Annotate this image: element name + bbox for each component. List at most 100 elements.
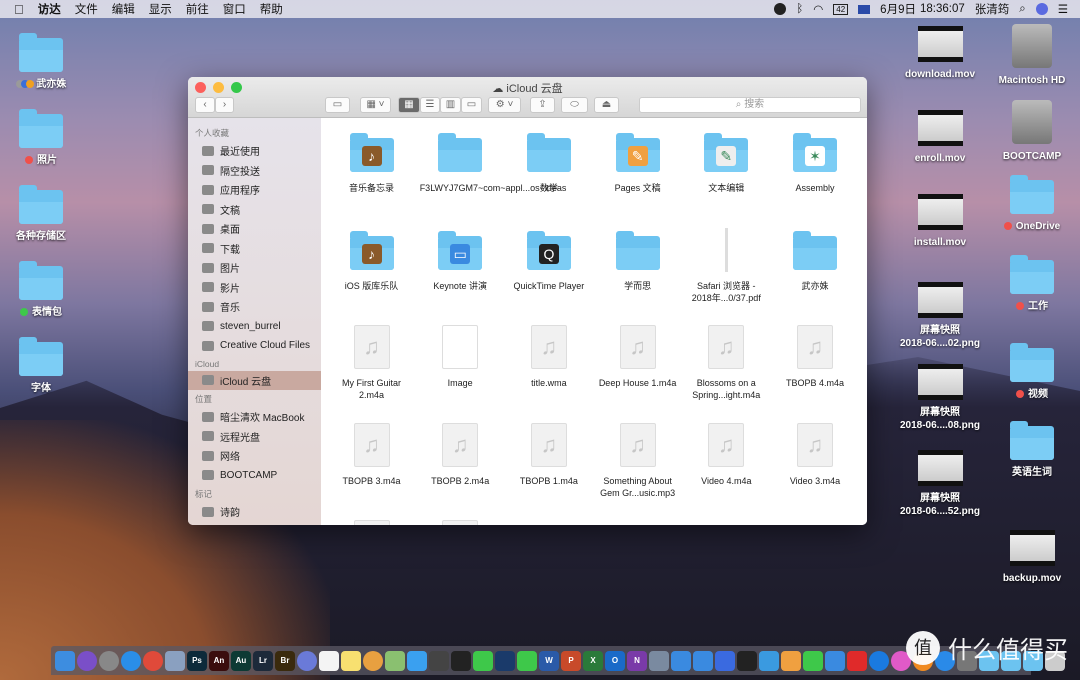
- dock-netease-music-icon[interactable]: [847, 650, 867, 671]
- file-item[interactable]: ♫ My First Guitar 2.m4a: [327, 322, 416, 401]
- dock-calendar-icon[interactable]: [319, 650, 339, 671]
- sidebar-item[interactable]: 影片: [188, 278, 321, 298]
- dock-facetime-icon[interactable]: [517, 650, 537, 671]
- dock-powerpoint-icon[interactable]: P: [561, 650, 581, 671]
- sidebar-item[interactable]: 文稿: [188, 200, 321, 220]
- dock-audition-icon[interactable]: Au: [231, 650, 251, 671]
- creative-cloud-icon[interactable]: [774, 3, 787, 15]
- group-by-button[interactable]: ▦ ˅: [360, 97, 391, 113]
- file-item[interactable]: ✎ 文本编辑: [682, 127, 771, 194]
- menubar-time[interactable]: 18:36:07: [920, 3, 965, 15]
- desktop-folder[interactable]: 武亦姝: [0, 32, 86, 91]
- dock-photos-icon[interactable]: [363, 650, 383, 671]
- dock-excel-icon[interactable]: X: [583, 650, 603, 671]
- sidebar-item[interactable]: 图片: [188, 258, 321, 278]
- file-item[interactable]: ✶ Assembly: [771, 127, 860, 194]
- sidebar-item[interactable]: BOOTCAMP: [188, 466, 321, 486]
- desktop-folder[interactable]: 表情包: [0, 260, 86, 319]
- file-item[interactable]: ♫: [327, 517, 416, 525]
- dock-keynote-icon[interactable]: [825, 650, 845, 671]
- dock-animate-icon[interactable]: An: [209, 650, 229, 671]
- menu-1[interactable]: 文件: [75, 1, 98, 17]
- file-item[interactable]: ♪ 音乐备忘录: [327, 127, 416, 194]
- desktop-item[interactable]: OneDrive: [987, 174, 1077, 233]
- desktop-item[interactable]: download.mov: [895, 26, 985, 81]
- menu-0[interactable]: 访达: [38, 1, 61, 17]
- dock-qq-icon[interactable]: [451, 650, 471, 671]
- dock-messages-icon[interactable]: [407, 650, 427, 671]
- file-item[interactable]: Image: [416, 322, 505, 389]
- file-item[interactable]: ♪ iOS 版库乐队: [327, 225, 416, 292]
- file-item[interactable]: ♫ Something About Gem Gr...usic.mp3: [593, 420, 682, 499]
- sidebar-item[interactable]: Creative Cloud Files: [188, 336, 321, 356]
- dock-discord-icon[interactable]: [297, 650, 317, 671]
- desktop-item[interactable]: BOOTCAMP: [987, 100, 1077, 163]
- desktop-item[interactable]: 屏幕快照 2018-06....52.png: [895, 450, 985, 518]
- menu-4[interactable]: 前往: [186, 1, 209, 17]
- dock-safari-icon[interactable]: [121, 650, 141, 671]
- dock-quicktime-icon[interactable]: [495, 650, 515, 671]
- file-item[interactable]: ♫ TBOPB 4.m4a: [771, 322, 860, 389]
- dock-wechat-icon[interactable]: [473, 650, 493, 671]
- dock-teamviewer-icon[interactable]: [869, 650, 889, 671]
- dock-simulator-icon[interactable]: [693, 650, 713, 671]
- desktop-item[interactable]: 工作: [987, 254, 1077, 313]
- sidebar-item[interactable]: 最近使用: [188, 141, 321, 161]
- spotlight-icon[interactable]: ⌕: [1019, 3, 1025, 16]
- file-item[interactable]: Q QuickTime Player: [504, 225, 593, 292]
- file-item[interactable]: ♫ title.wma: [504, 322, 593, 389]
- sidebar-item[interactable]: 诗韵: [188, 502, 321, 522]
- desktop-item[interactable]: enroll.mov: [895, 110, 985, 165]
- file-item[interactable]: ♫ Blossoms on a Spring...ight.m4a: [682, 322, 771, 401]
- dock-image-capture-icon[interactable]: [649, 650, 669, 671]
- icon-view-button[interactable]: ▦: [398, 97, 420, 113]
- desktop-folder[interactable]: 字体: [0, 336, 86, 395]
- sidebar-item[interactable]: 下载: [188, 239, 321, 259]
- file-item[interactable]: ♫ TBOPB 3.m4a: [327, 420, 416, 487]
- file-item[interactable]: ♫ Deep House 1.m4a: [593, 322, 682, 389]
- file-item[interactable]: ✎ Pages 文稿: [593, 127, 682, 194]
- desktop-item[interactable]: 英语生词: [987, 420, 1077, 479]
- desktop-item[interactable]: 屏幕快照 2018-06....02.png: [895, 282, 985, 350]
- sidebar-item[interactable]: 隔空投送: [188, 161, 321, 181]
- desktop-folder[interactable]: 照片: [0, 108, 86, 167]
- file-item[interactable]: Safari 浏览器 - 2018年...0/37.pdf: [682, 225, 771, 304]
- dock-numbers-icon[interactable]: [803, 650, 823, 671]
- desktop-item[interactable]: backup.mov: [987, 530, 1077, 585]
- dock-bridge-icon[interactable]: Br: [275, 650, 295, 671]
- dock-preview-icon[interactable]: [165, 650, 185, 671]
- desktop-item[interactable]: 屏幕快照 2018-06....08.png: [895, 364, 985, 432]
- dock-chrome-icon[interactable]: [143, 650, 163, 671]
- new-folder-button[interactable]: ▭: [325, 97, 350, 113]
- dock-outlook-icon[interactable]: O: [605, 650, 625, 671]
- dock-siri-icon[interactable]: [77, 650, 97, 671]
- desktop-item[interactable]: install.mov: [895, 194, 985, 249]
- list-view-button[interactable]: ☰: [420, 97, 440, 113]
- dock-photoshop-icon[interactable]: Ps: [187, 650, 207, 671]
- dock-onedrive-icon[interactable]: [759, 650, 779, 671]
- sidebar-item[interactable]: 应用程序: [188, 180, 321, 200]
- search-input[interactable]: ⌕ 搜索: [639, 97, 861, 113]
- column-view-button[interactable]: ▥: [440, 97, 461, 113]
- dock-onenote-icon[interactable]: N: [627, 650, 647, 671]
- sidebar-item[interactable]: 网络: [188, 446, 321, 466]
- wifi-icon[interactable]: ◠: [813, 2, 823, 16]
- sidebar-item[interactable]: 桌面: [188, 219, 321, 239]
- dock-notes-icon[interactable]: [341, 650, 361, 671]
- dock-final-cut-icon[interactable]: [429, 650, 449, 671]
- input-source-flag-icon[interactable]: [858, 4, 871, 14]
- file-item[interactable]: ♫ TBOPB 1.m4a: [504, 420, 593, 487]
- file-item[interactable]: ♫ Video 3.m4a: [771, 420, 860, 487]
- dock-launchpad-icon[interactable]: [99, 650, 119, 671]
- back-button[interactable]: ‹: [195, 97, 215, 113]
- menubar-user[interactable]: 张清筠: [975, 1, 1010, 17]
- forward-button[interactable]: ›: [215, 97, 234, 113]
- file-item[interactable]: F3LWYJ7GM7~com~appl...os~ideas: [416, 127, 566, 194]
- sidebar-item[interactable]: steven_burrel: [188, 317, 321, 337]
- dock-maps-icon[interactable]: [385, 650, 405, 671]
- sidebar-item[interactable]: 音乐: [188, 297, 321, 317]
- menu-6[interactable]: 帮助: [260, 1, 283, 17]
- apple-icon[interactable]: : [14, 2, 24, 17]
- siri-icon[interactable]: [1035, 3, 1048, 15]
- menubar-date[interactable]: 6月9日: [880, 1, 916, 17]
